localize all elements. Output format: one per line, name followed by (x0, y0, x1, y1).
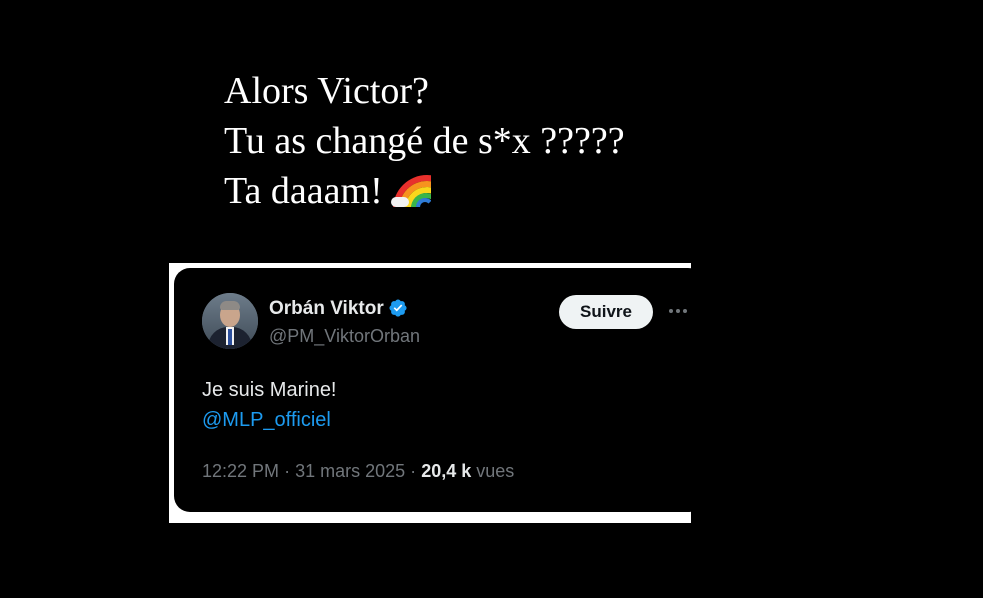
tweet-card: Orbán Viktor @PM_ViktorOrban Suivre Je s… (174, 268, 691, 512)
tweet-time[interactable]: 12:22 PM (202, 461, 279, 481)
tweet-text: Je suis Marine! @MLP_officiel (202, 375, 337, 435)
tweet-date[interactable]: 31 mars 2025 (295, 461, 405, 481)
views-label: vues (476, 461, 515, 481)
caption-line-1: Alors Victor? (224, 70, 429, 112)
author-name[interactable]: Orbán Viktor (269, 298, 384, 319)
more-options-icon[interactable] (666, 299, 690, 323)
rainbow-icon (390, 171, 431, 207)
meme-caption: Alors Victor? Tu as changé de s*x ????? … (224, 66, 625, 216)
avatar[interactable] (202, 293, 258, 349)
caption-line-3: Ta daaam! (224, 170, 383, 212)
follow-button[interactable]: Suivre (559, 295, 653, 329)
tweet-screenshot: Orbán Viktor @PM_ViktorOrban Suivre Je s… (169, 263, 691, 523)
tweet-text-line: Je suis Marine! (202, 379, 337, 401)
verified-badge-icon (389, 299, 407, 317)
author-name-row[interactable]: Orbán Viktor (269, 298, 408, 320)
tweet-meta: 12:22 PM · 31 mars 2025 · 20,4 k vues (202, 461, 514, 482)
meta-separator: · (410, 461, 417, 481)
meta-separator: · (284, 461, 291, 481)
author-handle[interactable]: @PM_ViktorOrban (269, 326, 420, 347)
caption-line-2: Tu as changé de s*x ????? (224, 120, 625, 162)
mention-link[interactable]: @MLP_officiel (202, 405, 337, 435)
views-count: 20,4 k (421, 461, 472, 481)
caption-line-3-wrapper: Ta daaam! (224, 166, 625, 216)
